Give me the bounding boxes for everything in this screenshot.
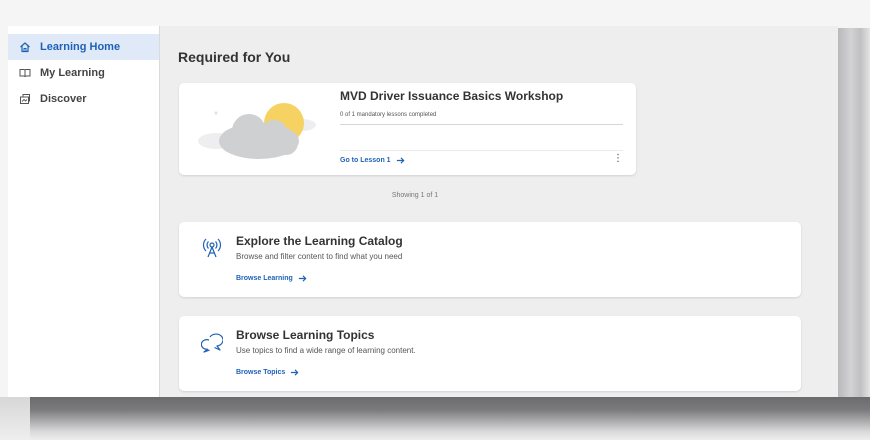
course-progress-text: 0 of 1 mandatory lessons completed [340,112,437,118]
go-to-lesson-label: Go to Lesson 1 [340,157,391,164]
divider [340,150,623,151]
browse-topics-label: Browse Topics [236,369,286,376]
sidebar-item-my-learning[interactable]: My Learning [8,60,159,86]
learning-topics-card[interactable]: Browse Learning Topics Use topics to fin… [179,316,801,391]
go-to-lesson-link[interactable]: Go to Lesson 1 [340,156,405,165]
topics-subtitle: Use topics to find a wide range of learn… [236,346,416,355]
more-vertical-icon[interactable]: ⋮ [613,154,623,164]
main-content: Required for You MVD Driver Issuance Bas… [160,26,838,397]
topics-title: Browse Learning Topics [236,328,375,342]
arrow-right-icon [298,274,307,283]
chat-bubbles-icon [201,333,223,353]
book-icon [18,66,32,80]
section-title: Required for You [178,49,291,65]
blurred-frame-right [838,28,870,408]
sidebar-item-label: Learning Home [40,41,121,53]
browse-learning-label: Browse Learning [236,275,293,282]
home-icon [18,40,32,54]
browse-learning-link[interactable]: Browse Learning [236,274,307,283]
sidebar: Learning Home My Learning Discover [8,26,160,397]
course-title: MVD Driver Issuance Basics Workshop [340,89,564,103]
catalog-subtitle: Browse and filter content to find what y… [236,252,403,261]
catalog-title: Explore the Learning Catalog [236,234,403,248]
blurred-frame-bottom [0,397,870,440]
required-course-card[interactable]: MVD Driver Issuance Basics Workshop 0 of… [179,83,636,175]
learning-app: Learning Home My Learning Discover Requi… [8,26,838,397]
broadcast-tower-icon [202,238,222,258]
arrow-right-icon [290,368,299,377]
sidebar-item-label: Discover [40,93,87,105]
sidebar-item-discover[interactable]: Discover [8,86,159,112]
pagination-status: Showing 1 of 1 [391,192,439,199]
weather-illustration [198,103,316,159]
learning-catalog-card[interactable]: Explore the Learning Catalog Browse and … [179,222,801,297]
sidebar-item-label: My Learning [40,67,105,79]
course-progress-bar [340,124,623,125]
discover-icon [18,92,32,106]
arrow-right-icon [396,156,405,165]
browse-topics-link[interactable]: Browse Topics [236,368,299,377]
sidebar-item-learning-home[interactable]: Learning Home [8,34,159,60]
blurred-frame-corner [0,397,30,440]
